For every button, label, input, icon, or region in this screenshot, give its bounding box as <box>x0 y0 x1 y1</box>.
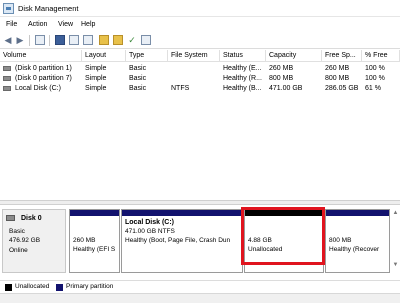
primary-partition-swatch <box>56 284 63 291</box>
legend-primary-partition: Primary partition <box>66 283 114 290</box>
row3-status: Healthy (B... <box>223 85 262 92</box>
row1-status: Healthy (E... <box>223 65 262 72</box>
row3-volume[interactable]: Local Disk (C:) <box>12 84 82 94</box>
col-capacity[interactable]: Capacity <box>266 50 322 62</box>
toolbar-separator <box>49 35 50 46</box>
disk-info-panel[interactable]: Disk 0 Basic 476.92 GB Online <box>2 209 66 273</box>
col-volume[interactable]: Volume <box>0 50 82 62</box>
row2-file-system <box>168 74 220 84</box>
row1-layout: Simple <box>85 65 107 72</box>
disk-size: 476.92 GB <box>9 237 41 244</box>
partition-local-disk-c[interactable]: Local Disk (C:) 471.00 GB NTFS Healthy (… <box>121 209 243 273</box>
row2-status: Healthy (R... <box>223 75 262 82</box>
col-status[interactable]: Status <box>220 50 266 62</box>
forward-arrow-icon[interactable]: ▶ <box>15 35 25 45</box>
col-free-space[interactable]: Free Sp... <box>322 50 362 62</box>
partition-size: 471.00 GB NTFS <box>125 228 175 235</box>
row1-volume[interactable]: (Disk 0 partition 1) <box>12 64 82 74</box>
row1-percent-free: 100 % <box>365 65 385 72</box>
menu-bar: File Action View Help <box>0 18 400 32</box>
row1-type: Basic <box>129 65 147 72</box>
window-title: Disk Management <box>18 4 79 13</box>
properties-icon[interactable] <box>69 35 79 45</box>
menu-view[interactable]: View <box>58 21 73 28</box>
partition-size: 800 MB <box>329 237 352 244</box>
title-bar: Disk Management <box>0 0 400 17</box>
list-view-icon[interactable] <box>83 35 93 45</box>
partition-bar <box>122 210 242 216</box>
row1-file-system <box>168 64 220 74</box>
highlight-box <box>241 207 325 265</box>
partition-status: Healthy (Boot, Page File, Crash Dun <box>125 237 231 244</box>
row3-layout: Simple <box>85 85 107 92</box>
volume-icon <box>3 86 11 91</box>
disk-graphical-view: Disk 0 Basic 476.92 GB Online 260 MB Hea… <box>0 205 400 280</box>
partition-size: 260 MB <box>73 237 96 244</box>
menu-action[interactable]: Action <box>28 21 47 28</box>
menu-file[interactable]: File <box>6 21 17 28</box>
partition-bar <box>70 210 119 216</box>
row2-type: Basic <box>129 75 147 82</box>
partition-status: Healthy (Recover <box>329 246 380 253</box>
volume-icon <box>3 66 11 71</box>
help-topics-icon[interactable] <box>55 35 65 45</box>
key-icon[interactable] <box>99 35 109 45</box>
check-icon[interactable]: ✓ <box>127 35 137 45</box>
folder-icon[interactable] <box>113 35 123 45</box>
row3-type: Basic <box>129 85 147 92</box>
legend: Unallocated Primary partition <box>0 280 400 292</box>
row2-volume[interactable]: (Disk 0 partition 7) <box>12 74 82 84</box>
toolbar: ◀ ▶ ✓ <box>0 32 400 49</box>
back-arrow-icon[interactable]: ◀ <box>3 35 13 45</box>
row2-free-space: 800 MB <box>325 75 350 82</box>
partition-recovery[interactable]: 800 MB Healthy (Recover <box>325 209 390 273</box>
row2-percent-free: 100 % <box>365 75 385 82</box>
disk-management-icon <box>3 3 14 14</box>
status-bar <box>0 293 400 303</box>
toolbar-separator <box>29 35 30 46</box>
legend-unallocated: Unallocated <box>15 283 50 290</box>
menu-help[interactable]: Help <box>81 21 95 28</box>
col-file-system[interactable]: File System <box>168 50 220 62</box>
row2-layout: Simple <box>85 75 107 82</box>
col-type[interactable]: Type <box>126 50 168 62</box>
partition-title: Local Disk (C:) <box>125 219 175 226</box>
disk-name: Disk 0 <box>21 215 42 222</box>
disk-icon <box>6 215 15 221</box>
partition-bar <box>326 210 389 216</box>
row3-file-system: NTFS <box>171 85 190 92</box>
scroll-up-arrow[interactable]: ▲ <box>392 210 399 217</box>
col-layout[interactable]: Layout <box>82 50 126 62</box>
volume-list: Volume Layout Type File System Status Ca… <box>0 50 400 200</box>
row1-capacity: 260 MB <box>269 65 294 72</box>
row1-free-space: 260 MB <box>325 65 350 72</box>
col-percent-free[interactable]: % Free <box>362 50 400 62</box>
console-tree-icon[interactable] <box>35 35 45 45</box>
row3-capacity: 471.00 GB <box>269 85 303 92</box>
row3-percent-free: 61 % <box>365 85 381 92</box>
partition-status: Healthy (EFI S <box>73 246 116 253</box>
partition-efi[interactable]: 260 MB Healthy (EFI S <box>69 209 120 273</box>
unallocated-swatch <box>5 284 12 291</box>
row3-free-space: 286.05 GB <box>325 85 359 92</box>
scroll-down-arrow[interactable]: ▼ <box>392 262 399 269</box>
disk-type: Basic <box>9 228 25 235</box>
bottom-view-icon[interactable] <box>141 35 151 45</box>
volume-icon <box>3 76 11 81</box>
disk-status: Online <box>9 247 28 254</box>
row2-capacity: 800 MB <box>269 75 294 82</box>
